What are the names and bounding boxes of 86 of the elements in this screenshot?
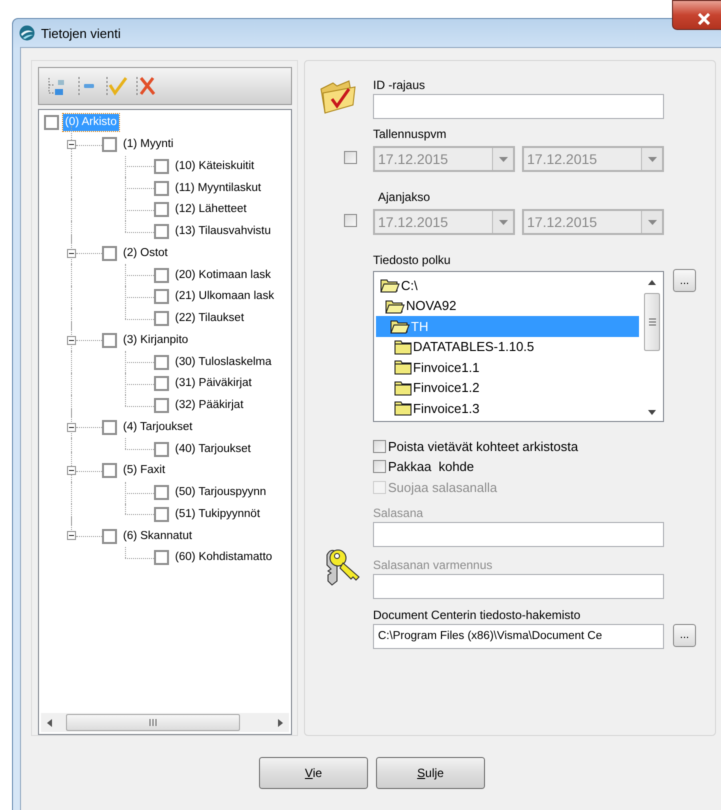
- app-logo-icon: [19, 25, 35, 41]
- checkbox[interactable]: [154, 268, 169, 283]
- scroll-down-icon[interactable]: [648, 410, 656, 415]
- tree-item[interactable]: (5) Faxit: [121, 462, 168, 480]
- tree-item[interactable]: (1) Myynti: [121, 136, 176, 154]
- checkbox[interactable]: [154, 442, 169, 457]
- tree-item[interactable]: (3) Kirjanpito: [121, 332, 190, 349]
- tree-item[interactable]: (2) Ostot: [121, 244, 170, 262]
- folder-item[interactable]: C:\: [376, 275, 639, 296]
- field-label: Salasana: [373, 504, 424, 522]
- checkbox-label: Poista vietävät kohteet arkistosta: [388, 438, 578, 454]
- checkbox[interactable]: [154, 289, 169, 304]
- folder-item[interactable]: DATATABLES-1.10.5: [376, 336, 639, 357]
- collapse-icon[interactable]: [67, 336, 76, 344]
- checkbox[interactable]: [154, 311, 169, 326]
- checkbox[interactable]: [154, 506, 169, 522]
- checkbox[interactable]: [102, 420, 117, 435]
- tree-item[interactable]: (60) Kohdistamatto: [173, 549, 274, 566]
- tree-item[interactable]: (51) Tukipyynnöt: [173, 506, 262, 523]
- tree-item[interactable]: (10) Käteiskuitit: [173, 158, 256, 175]
- field-label: Salasanan varmennus: [373, 556, 492, 574]
- checkbox[interactable]: [154, 354, 169, 370]
- browse-button[interactable]: ...: [673, 269, 696, 292]
- tree-item[interactable]: (11) Myyntilaskut: [173, 180, 264, 197]
- checkbox-label: Pakkaa kohde: [388, 459, 474, 474]
- checkbox[interactable]: [102, 246, 117, 261]
- tree-item[interactable]: (50) Tarjouspyynn: [173, 484, 268, 502]
- tree-item[interactable]: (31) Päiväkirjat: [173, 375, 254, 392]
- checkbox[interactable]: [154, 485, 169, 500]
- tree-item[interactable]: (21) Ulkomaan lask: [173, 288, 276, 306]
- checkbox[interactable]: [154, 202, 169, 218]
- field-label: Tallennuspvm: [373, 126, 446, 143]
- field-label: ID -rajaus: [373, 77, 426, 94]
- checkbox[interactable]: [154, 180, 169, 196]
- checkbox[interactable]: [102, 332, 117, 348]
- checkbox[interactable]: [373, 460, 386, 474]
- checkbox[interactable]: [154, 550, 169, 566]
- scroll-thumb[interactable]: [644, 293, 660, 351]
- path-input[interactable]: C:\Program Files (x86)\Visma\Document Ce: [373, 624, 664, 648]
- tree-item[interactable]: (13) Tilausvahvistu: [173, 223, 273, 240]
- close-button[interactable]: [672, 0, 721, 30]
- collapse-icon[interactable]: [67, 422, 76, 432]
- scroll-right-icon[interactable]: [278, 718, 283, 726]
- folder-item[interactable]: Finvoice1.1: [376, 357, 639, 378]
- password-confirm-input[interactable]: [373, 574, 664, 598]
- id-input[interactable]: [373, 94, 664, 119]
- close-icon: [696, 13, 710, 25]
- checkbox[interactable]: [154, 376, 169, 392]
- browse-button[interactable]: ...: [673, 624, 696, 646]
- tree-item[interactable]: (20) Kotimaan lask: [173, 266, 273, 284]
- checkbox[interactable]: [344, 214, 357, 227]
- checkbox-label: Suojaa salasanalla: [388, 480, 498, 495]
- tree-item[interactable]: (6) Skannatut: [121, 528, 194, 545]
- scroll-thumb[interactable]: [66, 714, 240, 731]
- field-label: Ajanjakso: [377, 189, 430, 206]
- checkbox[interactable]: [102, 528, 117, 544]
- tree-item[interactable]: (32) Pääkirjat: [173, 397, 246, 414]
- close-dialog-button[interactable]: Sulje: [376, 757, 485, 789]
- checkbox[interactable]: [154, 158, 169, 174]
- field-label: Document Centerin tiedosto-hakemisto: [373, 606, 580, 624]
- checkbox[interactable]: [154, 398, 169, 414]
- checkbox[interactable]: [373, 440, 386, 453]
- horizontal-scrollbar[interactable]: [41, 713, 289, 732]
- checkbox[interactable]: [154, 224, 169, 240]
- collapse-icon[interactable]: [67, 466, 76, 475]
- tree-item[interactable]: (12) Lähetteet: [173, 201, 249, 218]
- tree-item[interactable]: (40) Tarjoukset: [173, 440, 253, 458]
- window-title: Tietojen vienti: [41, 26, 121, 40]
- tree-item[interactable]: (4) Tarjoukset: [121, 418, 194, 436]
- tree-item[interactable]: (22) Tilaukset: [173, 310, 246, 328]
- checkbox[interactable]: [102, 463, 117, 478]
- checkbox[interactable]: [44, 115, 59, 130]
- export-button[interactable]: Vie: [259, 757, 368, 789]
- password-input[interactable]: [373, 522, 664, 546]
- folder-item[interactable]: Finvoice1.2: [376, 378, 639, 398]
- collapse-icon[interactable]: [67, 140, 76, 149]
- collapse-icon[interactable]: [67, 248, 76, 258]
- folder-item[interactable]: NOVA92: [376, 296, 639, 316]
- field-label: Tiedosto polku: [373, 252, 451, 269]
- folder-item[interactable]: Finvoice1.3: [376, 398, 639, 418]
- scroll-left-icon[interactable]: [47, 718, 52, 726]
- scroll-up-icon[interactable]: [648, 280, 656, 285]
- tree-item[interactable]: (30) Tuloslaskelma: [173, 354, 274, 371]
- collapse-icon[interactable]: [67, 531, 76, 540]
- checkbox[interactable]: [102, 137, 117, 152]
- checkbox[interactable]: [344, 151, 357, 164]
